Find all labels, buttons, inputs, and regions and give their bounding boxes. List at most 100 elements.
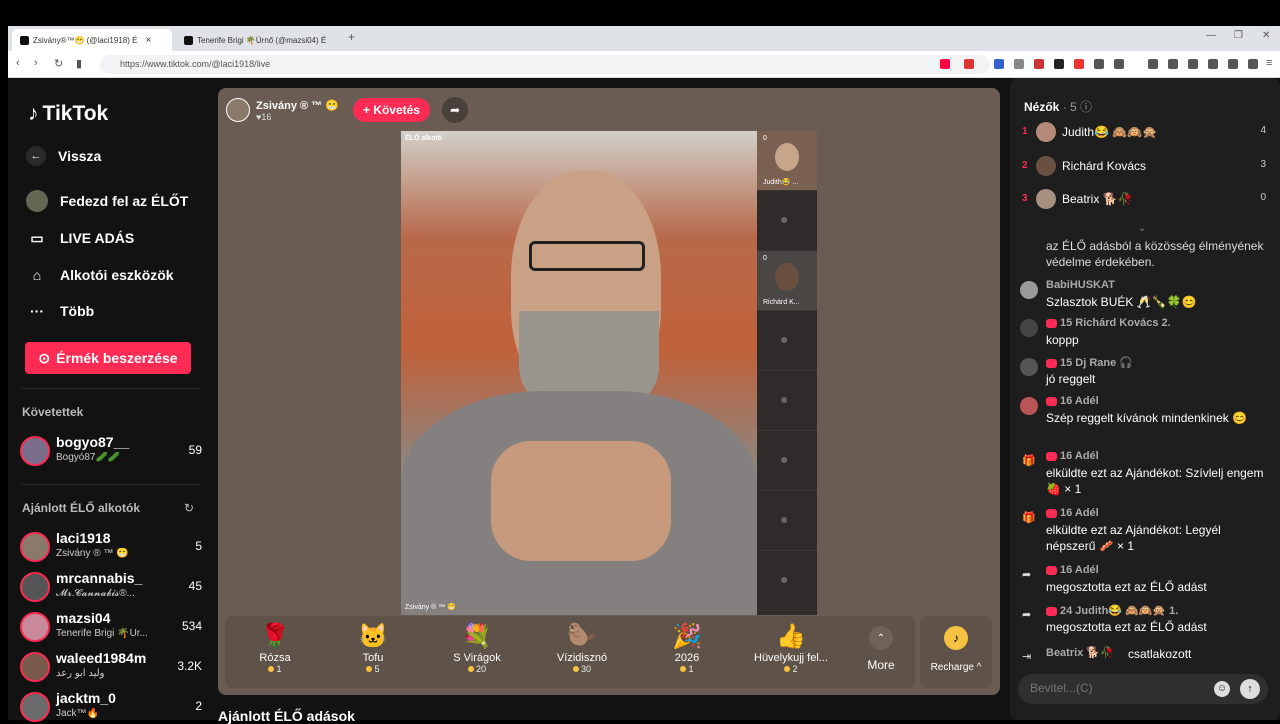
bookmark-icon[interactable]: ▮ <box>76 57 82 70</box>
viewer-row[interactable]: 3 Beatrix 🐕🥀 0 <box>1022 187 1266 211</box>
back-link[interactable]: ← Vissza <box>26 146 101 166</box>
extension-icon[interactable] <box>1114 59 1124 69</box>
following-item[interactable]: bogyo87__ Bogyó87🥒🥒 59 <box>20 434 204 468</box>
viewer-row[interactable]: 2 Richárd Kovács 3 <box>1022 154 1266 178</box>
extension-icon[interactable] <box>1014 59 1024 69</box>
minimize-icon[interactable]: — <box>1206 30 1216 41</box>
guest-slot[interactable]: 0 Judith😂 ... <box>757 131 817 191</box>
forward-arrow-icon[interactable]: › <box>34 57 38 69</box>
2026-icon: 🎉 <box>672 623 702 650</box>
guest-slot[interactable]: ● <box>757 371 817 431</box>
coin-icon <box>572 666 579 672</box>
extension-icon[interactable] <box>1054 59 1064 69</box>
host-avatar[interactable] <box>226 98 250 122</box>
info-icon[interactable]: ⓘ <box>1080 100 1092 114</box>
viewers-heading: Nézők · 5 ⓘ <box>1024 100 1093 114</box>
gift-2026[interactable]: 🎉 2026 1 <box>637 622 737 674</box>
suggested-item[interactable]: jacktm_0 Jack™🔥 2 <box>20 690 204 724</box>
menu-icon[interactable]: ≡ <box>1266 57 1272 69</box>
gift-flowers[interactable]: 💐 S Virágok 20 <box>427 622 527 674</box>
empty-seat-icon: ● <box>780 391 789 407</box>
coin-icon <box>268 666 275 672</box>
guest-slot[interactable]: ● <box>757 311 817 371</box>
host-bar: Zsivány ® ™ 😁 ♥16 + Követés ➦ <box>226 96 468 124</box>
suggested-item[interactable]: mazsi04 Tenerife Brigi 🌴Úr... 534 <box>20 610 204 644</box>
back-arrow-icon[interactable]: ‹ <box>16 57 20 69</box>
nav-more[interactable]: ··· Több <box>26 300 94 322</box>
avatar <box>1020 319 1038 337</box>
suggested-item[interactable]: waleed1984m وليد ابو رعد 3.2K <box>20 650 204 684</box>
avatar <box>775 263 799 291</box>
more-icon: ··· <box>30 303 44 319</box>
extension-icon[interactable] <box>1074 59 1084 69</box>
extension-icon[interactable] <box>1094 59 1104 69</box>
guest-slot[interactable]: ● <box>757 491 817 551</box>
share-icon: ➦ <box>1022 609 1032 621</box>
tab-label: Tenerife Brigi 🌴Úrnő (@mazsi04) É <box>197 35 327 45</box>
new-tab-icon[interactable]: + <box>348 30 355 44</box>
media-icon[interactable] <box>1168 59 1178 69</box>
suggested-item[interactable]: mrcannabis_ 𝓜𝓻.𝓒𝓪𝓷𝓷𝓪𝓫𝓲𝓼®... 45 <box>20 570 204 604</box>
chat-input[interactable] <box>1030 681 1210 695</box>
screen-top-bar <box>0 0 1280 26</box>
browser-tab-strip: Zsivány®™😁 (@laci1918) É × Tenerife Brig… <box>8 26 1280 51</box>
tab-inactive[interactable]: Tenerife Brigi 🌴Úrnő (@mazsi04) É <box>176 29 336 51</box>
avatar <box>1020 397 1038 415</box>
extension-icon[interactable] <box>994 59 1004 69</box>
host-name[interactable]: Zsivány ® ™ 😁 <box>256 99 339 112</box>
host-likes: ♥16 <box>256 111 272 122</box>
live-video[interactable]: ÉLŐ alkotó Zsivány ® ™ 😁 <box>401 131 757 615</box>
sidebar-icon[interactable] <box>1188 59 1198 69</box>
suggested-heading: Ajánlott ÉLŐ alkotók <box>22 501 141 515</box>
maximize-icon[interactable]: ❐ <box>1234 30 1243 41</box>
guest-slot[interactable]: ● <box>757 431 817 491</box>
fan-badge-icon <box>1046 358 1057 368</box>
avatar <box>20 612 50 642</box>
guest-slot[interactable]: ● <box>757 551 817 611</box>
viewer-row[interactable]: 1 Judith😂 🙈🙉🙊 4 <box>1022 120 1266 144</box>
chat-messages: az ÉLŐ adásból a közösség élményének véd… <box>1020 239 1264 663</box>
nav-creator-tools[interactable]: ⌂ Alkotói eszközök <box>26 264 174 286</box>
extension-icon[interactable] <box>940 59 950 69</box>
gift-capybara[interactable]: 🦫 Vízidisznó 30 <box>532 622 632 674</box>
avatar-icon <box>26 190 48 212</box>
recharge-button[interactable]: ♪ Recharge ^ <box>920 616 992 688</box>
reload-icon[interactable]: ↻ <box>54 57 63 70</box>
tab-active[interactable]: Zsivány®™😁 (@laci1918) É × <box>12 29 172 51</box>
address-bar: ‹ › ↻ ▮ https://www.tiktok.com/@laci1918… <box>8 51 1280 78</box>
gift-rose[interactable]: 🌹 Rózsa 1 <box>225 622 325 674</box>
download-icon[interactable] <box>1148 59 1158 69</box>
tiktok-logo[interactable]: ♪ TikTok <box>28 102 108 126</box>
url-field[interactable]: https://www.tiktok.com/@laci1918/live <box>100 55 990 74</box>
avatar <box>1036 156 1056 176</box>
extension-icon[interactable] <box>964 59 974 69</box>
guest-slot[interactable]: ● <box>757 191 817 251</box>
fan-badge-icon <box>1046 451 1057 461</box>
guest-slot[interactable]: 0 Richárd K... <box>757 251 817 311</box>
gift-icon: 🎁 <box>1022 455 1036 467</box>
close-window-icon[interactable]: ✕ <box>1262 30 1270 41</box>
back-arrow-icon: ← <box>26 146 46 166</box>
gift-tofu[interactable]: 🐱 Tofu 5 <box>323 622 423 674</box>
close-tab-icon[interactable]: × <box>145 35 151 46</box>
extension-icon[interactable] <box>1228 59 1238 69</box>
wallet-icon[interactable] <box>1208 59 1218 69</box>
emoji-icon[interactable]: ☺ <box>1214 681 1230 697</box>
get-coins-button[interactable]: ⊙ Érmék beszerzése <box>25 342 191 374</box>
gift-thumbs-up[interactable]: 👍 Hüvelykujj fel... 2 <box>741 622 841 674</box>
follow-button[interactable]: + Követés <box>352 98 430 122</box>
share-icon[interactable]: ➦ <box>441 97 468 123</box>
refresh-icon[interactable]: ↻ <box>184 501 194 515</box>
nav-live[interactable]: ▭ LIVE ADÁS <box>26 227 134 249</box>
empty-seat-icon: ● <box>780 331 789 347</box>
extension-icon[interactable] <box>1034 59 1044 69</box>
tiktok-favicon-icon <box>184 35 193 45</box>
more-gifts-button[interactable]: ⌃ More <box>861 626 901 672</box>
coin-icon: ♪ <box>944 626 968 650</box>
suggested-item[interactable]: laci1918 Zsivány ® ™ 😁 5 <box>20 530 204 564</box>
nav-explore-live[interactable]: Fedezd fel az ÉLŐT <box>26 190 188 212</box>
divider <box>22 388 200 389</box>
empty-seat-icon: ● <box>780 511 789 527</box>
shield-icon[interactable] <box>1248 59 1258 69</box>
send-icon[interactable]: ↑ <box>1240 679 1260 699</box>
